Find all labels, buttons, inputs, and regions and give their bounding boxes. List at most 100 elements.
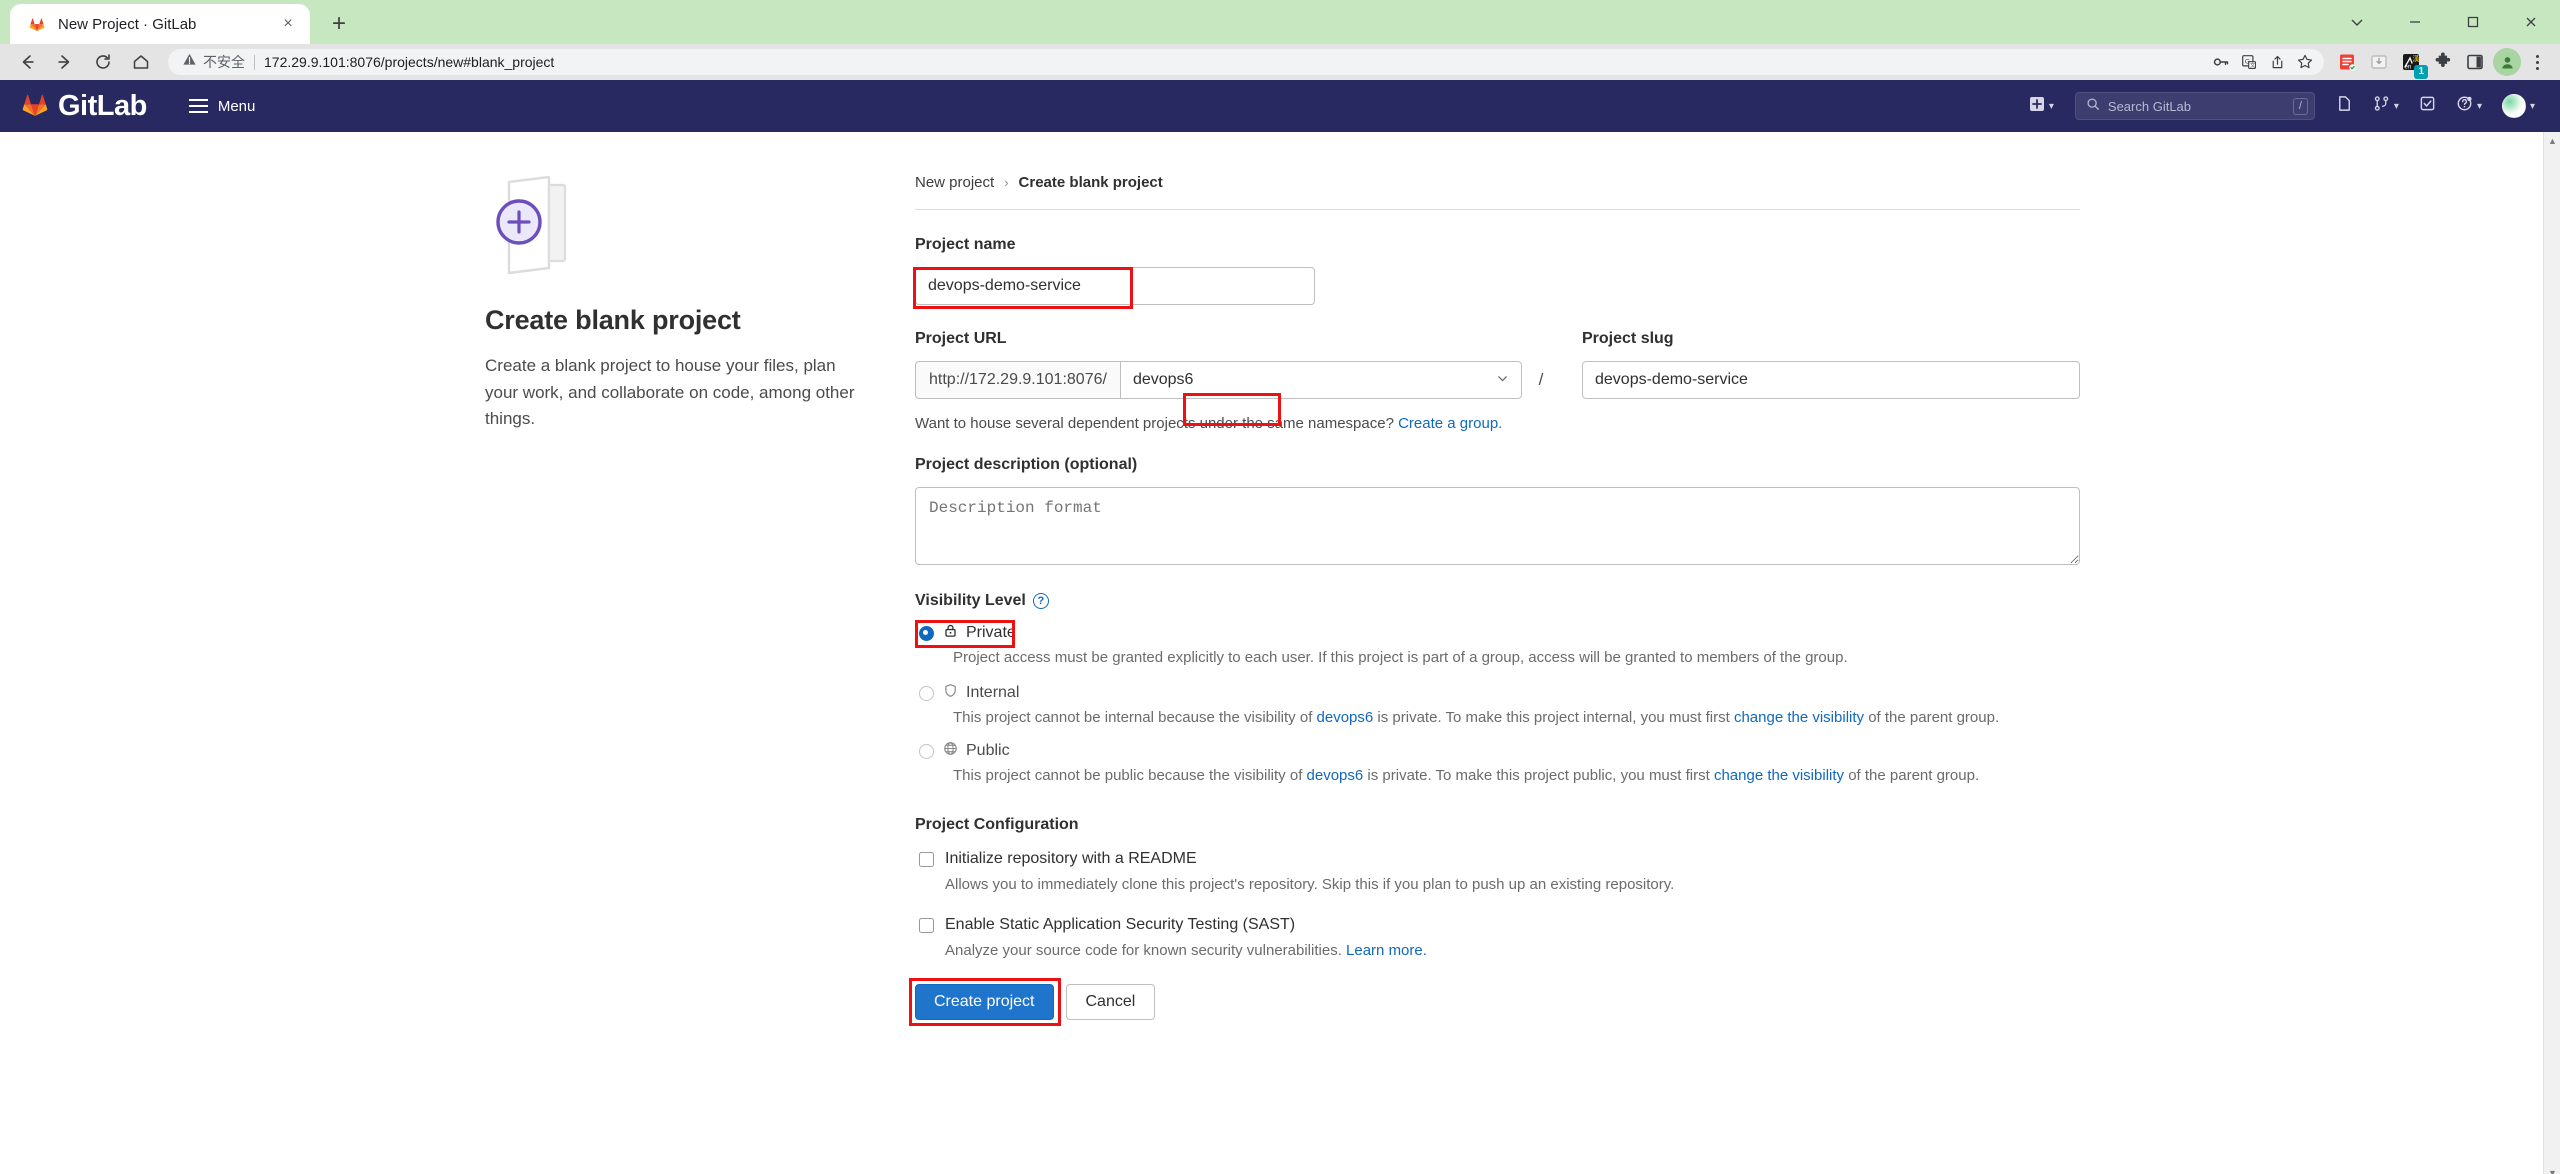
download-extension-icon[interactable] xyxy=(2364,47,2394,77)
home-icon[interactable] xyxy=(124,45,158,79)
svg-text:漢: 漢 xyxy=(2413,54,2420,63)
internal-desc-part3: of the parent group. xyxy=(1864,708,2000,726)
help-icon xyxy=(2456,95,2473,117)
window-maximize-icon[interactable] xyxy=(2444,0,2502,44)
public-desc-part1: This project cannot be public because th… xyxy=(953,766,1307,784)
public-radio[interactable] xyxy=(919,743,934,759)
project-description-label: Project description (optional) xyxy=(915,456,1138,473)
scroll-down-arrow-icon[interactable]: ▼ xyxy=(2544,1164,2560,1174)
sast-checkbox-row[interactable]: Enable Static Application Security Testi… xyxy=(915,916,2080,934)
todos-button[interactable] xyxy=(2412,90,2443,122)
public-desc-part3: of the parent group. xyxy=(1844,766,1980,784)
project-slug-label: Project slug xyxy=(1582,330,1674,347)
create-project-button[interactable]: Create project xyxy=(915,983,1054,1020)
project-description-input[interactable] xyxy=(915,487,2080,565)
create-group-link[interactable]: Create a group. xyxy=(1398,415,1502,432)
share-icon[interactable] xyxy=(2264,49,2290,75)
public-namespace-link[interactable]: devops6 xyxy=(1307,767,1364,784)
translate-icon[interactable]: G文 xyxy=(2236,49,2262,75)
profile-avatar-icon[interactable] xyxy=(2492,47,2522,77)
namespace-value: devops6 xyxy=(1132,371,1194,388)
readme-checkbox[interactable] xyxy=(919,852,934,868)
namespace-select[interactable]: devops6 xyxy=(1119,361,1522,399)
gitlab-fox-logo-icon xyxy=(20,89,50,124)
user-menu-button[interactable]: ▾ xyxy=(2495,89,2542,123)
merge-requests-button[interactable]: ▾ xyxy=(2366,90,2406,122)
help-button[interactable]: ▾ xyxy=(2449,90,2489,122)
breadcrumb: New project › Create blank project xyxy=(915,174,2080,191)
project-url-prefix: http://172.29.9.101:8076/ xyxy=(915,361,1120,399)
svg-text:文: 文 xyxy=(2250,62,2255,69)
browser-window: New Project · GitLab × + 不安全 172.29.9.10… xyxy=(0,0,2560,1174)
create-project-form: New project › Create blank project Proje… xyxy=(909,174,2080,1026)
address-bar[interactable]: 不安全 172.29.9.101:8076/projects/new#blank… xyxy=(168,49,2324,75)
search-shortcut-badge: / xyxy=(2292,97,2308,115)
sidebar-panel-icon[interactable] xyxy=(2460,47,2490,77)
translate-extension-icon[interactable]: en 漢 1 xyxy=(2396,47,2428,79)
issues-button[interactable] xyxy=(2329,90,2360,122)
visibility-option-internal[interactable]: Internal xyxy=(915,683,2080,703)
bookmark-star-icon[interactable] xyxy=(2292,49,2318,75)
new-tab-button[interactable]: + xyxy=(322,7,356,41)
private-radio[interactable] xyxy=(919,626,934,641)
question-mark-icon[interactable]: ? xyxy=(1032,593,1049,609)
cancel-button[interactable]: Cancel xyxy=(1065,983,1156,1020)
navbar-right-actions: ▾ Search GitLab / ▾ ▾ ▾ xyxy=(2022,89,2542,123)
visibility-option-private[interactable]: Private xyxy=(915,623,2080,643)
lock-icon xyxy=(943,623,958,643)
back-icon[interactable] xyxy=(10,45,44,79)
visibility-level-label: Visibility Level ? xyxy=(915,592,2080,610)
search-input[interactable]: Search GitLab / xyxy=(2074,92,2315,120)
new-dropdown-button[interactable]: ▾ xyxy=(2022,91,2061,122)
blank-project-folder-icon xyxy=(487,174,617,279)
scroll-up-arrow-icon[interactable]: ▲ xyxy=(2544,132,2560,149)
internal-label: Internal xyxy=(966,683,1020,701)
visibility-level-text: Visibility Level xyxy=(915,592,1026,609)
forward-icon[interactable] xyxy=(48,45,82,79)
chevron-down-icon: ▾ xyxy=(2048,100,2054,112)
window-close-icon[interactable] xyxy=(2502,0,2560,44)
three-dots-menu-icon[interactable] xyxy=(2524,49,2550,75)
tab-close-icon[interactable]: × xyxy=(278,14,298,34)
internal-desc-part2: is private. To make this project interna… xyxy=(1373,708,1734,726)
svg-text:en: en xyxy=(2405,65,2412,71)
issues-icon xyxy=(2336,95,2353,117)
globe-icon xyxy=(943,741,958,761)
gitlab-fox-icon xyxy=(28,15,46,33)
warning-triangle-icon xyxy=(182,52,197,72)
browser-tab[interactable]: New Project · GitLab × xyxy=(10,4,310,44)
blank-project-info-panel: Create blank project Create a blank proj… xyxy=(485,174,885,1020)
main-menu-button[interactable]: Menu xyxy=(188,97,256,115)
main-menu-label: Menu xyxy=(217,97,256,115)
internal-namespace-link[interactable]: devops6 xyxy=(1317,709,1374,726)
public-change-visibility-link[interactable]: change the visibility xyxy=(1714,767,1844,784)
project-configuration-label: Project Configuration xyxy=(915,816,1079,834)
internal-change-visibility-link[interactable]: change the visibility xyxy=(1734,709,1864,726)
sast-learn-more-link[interactable]: Learn more. xyxy=(1346,942,1427,959)
project-name-input[interactable]: devops-demo-service xyxy=(915,267,1315,305)
visibility-option-public[interactable]: Public xyxy=(915,741,2080,761)
todos-icon xyxy=(2419,95,2436,117)
window-minimize-icon[interactable] xyxy=(2386,0,2444,44)
namespace-hint-text: Want to house several dependent projects… xyxy=(915,415,1394,432)
readme-checkbox-row[interactable]: Initialize repository with a README xyxy=(915,850,2080,868)
project-slug-group: Project slug devops-demo-service xyxy=(1582,330,2080,399)
gitlab-navbar: GitLab Menu ▾ Search GitLab / ▾ ▾ ▾ xyxy=(0,80,2560,132)
project-slug-input[interactable]: devops-demo-service xyxy=(1582,361,2080,399)
form-actions: Create project Cancel xyxy=(909,977,2080,1026)
breadcrumb-parent[interactable]: New project xyxy=(915,174,994,191)
gitlab-logo[interactable]: GitLab xyxy=(20,89,147,124)
namespace-hint: Want to house several dependent projects… xyxy=(915,415,2080,432)
user-avatar-icon xyxy=(2501,94,2526,118)
window-chevron-icon[interactable] xyxy=(2328,0,2386,44)
security-warning[interactable]: 不安全 xyxy=(182,52,245,72)
reload-icon[interactable] xyxy=(86,45,120,79)
notes-extension-icon[interactable] xyxy=(2332,47,2362,77)
sast-checkbox[interactable] xyxy=(919,918,934,933)
page-scrollbar[interactable]: ▲ ▼ xyxy=(2543,132,2560,1174)
puzzle-extensions-icon[interactable] xyxy=(2428,47,2458,77)
hamburger-menu-icon xyxy=(188,99,208,113)
key-icon[interactable] xyxy=(2208,49,2234,75)
project-url-group: Project URL http://172.29.9.101:8076/ de… xyxy=(915,330,1522,399)
internal-radio[interactable] xyxy=(919,685,934,701)
